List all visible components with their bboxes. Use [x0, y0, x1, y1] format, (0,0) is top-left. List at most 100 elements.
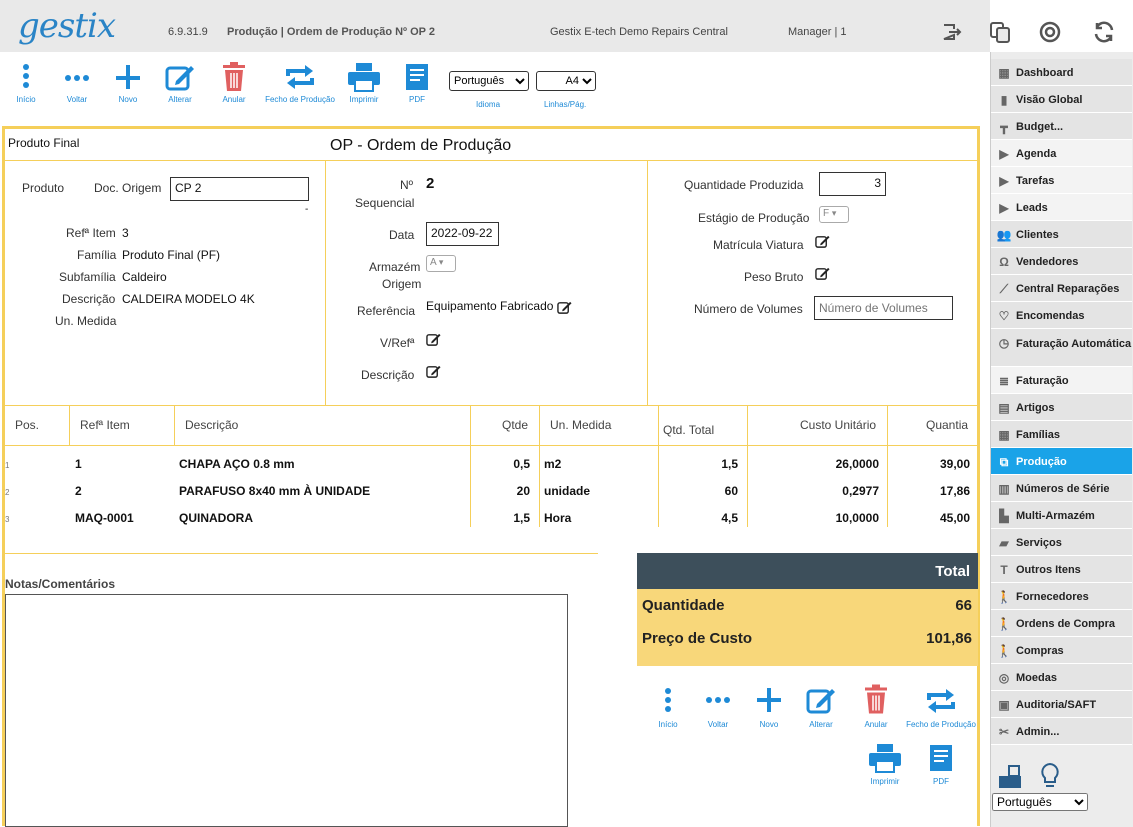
armazem-label: Armazém	[369, 260, 421, 274]
sidebar-item-12[interactable]: ▤ Artigos	[991, 394, 1132, 421]
anular-bottom-button[interactable]: Anular	[861, 683, 891, 729]
notes-textarea[interactable]	[5, 594, 568, 827]
pdf-bottom-button[interactable]: PDF	[926, 743, 956, 786]
divider	[174, 405, 175, 445]
armazem-select[interactable]: A ▾	[426, 255, 456, 272]
sidebar-item-label: Números de Série	[1016, 483, 1110, 495]
triangle-icon: ▶	[999, 201, 1009, 215]
tools-icon: ✂	[998, 725, 1010, 739]
briefcase-icon: ▰	[999, 536, 1009, 550]
nseq-label-2: Sequencial	[355, 196, 415, 210]
referencia-value: Equipamento Fabricado	[426, 299, 554, 313]
sidebar-item-16[interactable]: ▙ Multi-Armazém	[991, 502, 1132, 529]
idioma-select[interactable]: Português	[449, 71, 529, 91]
sidebar-item-label: Ordens de Compra	[1016, 618, 1116, 630]
alterar-button[interactable]: Alterar	[162, 62, 198, 104]
qtd-produzida-input[interactable]: 3	[819, 172, 886, 196]
gestix-logo[interactable]: gestix	[18, 6, 116, 46]
anular-button[interactable]: Anular	[219, 62, 249, 104]
inicio-bottom-button[interactable]: Início	[654, 686, 682, 729]
sidebar-item-20[interactable]: 🚶 Ordens de Compra	[991, 610, 1132, 637]
voltar-bottom-button[interactable]: Voltar	[703, 686, 733, 729]
fecho-producao-bottom-button[interactable]: Fecho de Produção	[903, 686, 979, 729]
divider	[887, 405, 888, 527]
preco-custo-value: 101,86	[926, 630, 972, 647]
voltar-button[interactable]: Voltar	[62, 62, 92, 104]
volumes-label: Número de Volumes	[694, 302, 803, 316]
sidebar-item-21[interactable]: 🚶 Compras	[991, 637, 1132, 664]
alterar-bottom-button[interactable]: Alterar	[803, 686, 839, 729]
imprimir-bottom-button[interactable]: Imprimir	[866, 743, 904, 786]
loop-arrows-icon	[286, 65, 314, 89]
sidebar-item-23[interactable]: ▣ Auditoria/SAFT	[991, 691, 1132, 718]
lightbulb-icon[interactable]	[1039, 762, 1061, 790]
hierarchy-icon: ┳	[1000, 120, 1008, 134]
notes-label: Notas/Comentários	[5, 577, 116, 591]
refresh-icon[interactable]	[1092, 20, 1116, 44]
help-lifebuoy-icon[interactable]	[1038, 20, 1062, 44]
linhas-pag-select[interactable]: A4	[536, 71, 596, 91]
sidebar-item-9[interactable]: ♡ Encomendas	[991, 302, 1132, 329]
divider	[325, 160, 326, 405]
fecho-producao-button[interactable]: Fecho de Produção	[262, 62, 338, 104]
divider	[5, 445, 978, 446]
sidebar-item-10[interactable]: ◷ Faturação Automática	[991, 329, 1132, 367]
row-pos: 2	[5, 488, 10, 497]
storefront-icon[interactable]	[997, 762, 1023, 790]
sidebar-item-label: Agenda	[1016, 148, 1057, 160]
company-name: Gestix E-tech Demo Repairs Central	[550, 26, 728, 38]
bars-icon: ▮	[1000, 93, 1008, 107]
users-icon: 👥	[996, 228, 1012, 242]
sidebar-item-17[interactable]: ▰ Serviços	[991, 529, 1132, 556]
sidebar-item-15[interactable]: ▥ Números de Série	[991, 475, 1132, 502]
sidebar-item-label: Tarefas	[1016, 175, 1055, 187]
doc-origem-input[interactable]: CP 2	[170, 177, 309, 201]
sidebar-item-label: Famílias	[1016, 429, 1061, 441]
novo-button[interactable]: Novo	[114, 62, 142, 104]
sidebar-language-select[interactable]: Português	[992, 793, 1088, 811]
imprimir-button[interactable]: Imprimir	[345, 62, 383, 104]
copy-window-icon[interactable]	[988, 20, 1012, 44]
sidebar-item-4[interactable]: ▶ Tarefas	[991, 167, 1132, 194]
volumes-input[interactable]	[814, 296, 953, 320]
sidebar-item-2[interactable]: ┳ Budget...	[991, 113, 1132, 140]
data-input[interactable]: 2022-09-22	[426, 222, 499, 246]
sidebar-item-18[interactable]: T Outros Itens	[991, 556, 1132, 583]
inicio-button[interactable]: Início	[12, 62, 40, 104]
horizontal-dots-icon	[65, 75, 89, 81]
novo-bottom-button[interactable]: Novo	[755, 686, 783, 729]
sidebar-item-7[interactable]: Ω Vendedores	[991, 248, 1132, 275]
sidebar-item-8[interactable]: ⟋ Central Reparações	[991, 275, 1132, 302]
logout-icon[interactable]	[940, 20, 964, 44]
sidebar-item-0[interactable]: ▦ Dashboard	[991, 59, 1132, 86]
sidebar-item-13[interactable]: ▦ Famílias	[991, 421, 1132, 448]
loop-arrows-icon	[927, 689, 955, 713]
sidebar-item-1[interactable]: ▮ Visão Global	[991, 86, 1132, 113]
estagio-select[interactable]: F ▾	[819, 206, 849, 223]
sidebar-item-11[interactable]: ≣ Faturação	[991, 367, 1132, 394]
sidebar-item-14[interactable]: ⧉ Produção	[991, 448, 1132, 475]
sidebar-item-24[interactable]: ✂ Admin...	[991, 718, 1132, 745]
divider	[539, 405, 540, 527]
edit-vref-icon[interactable]	[426, 332, 441, 347]
divider	[470, 405, 471, 527]
totals-header: Total	[637, 553, 978, 589]
edit-peso-icon[interactable]	[815, 266, 830, 281]
subfamilia-value: Caldeiro	[122, 270, 167, 284]
divider	[5, 160, 978, 161]
sidebar-item-6[interactable]: 👥 Clientes	[991, 221, 1132, 248]
row-quantia: 45,00	[939, 511, 970, 525]
row-qtde: 1,5	[513, 511, 530, 525]
sidebar-item-5[interactable]: ▶ Leads	[991, 194, 1132, 221]
sidebar-item-22[interactable]: ◎ Moedas	[991, 664, 1132, 691]
edit-referencia-icon[interactable]	[557, 300, 572, 315]
edit-matricula-icon[interactable]	[815, 234, 830, 249]
edit-descricao-icon[interactable]	[426, 364, 441, 379]
trash-icon	[865, 684, 887, 714]
pdf-button[interactable]: PDF	[402, 62, 432, 104]
row-descricao: QUINADORA	[179, 511, 253, 525]
walker-icon: 🚶	[996, 644, 1012, 658]
data-label: Data	[389, 228, 415, 242]
sidebar-item-3[interactable]: ▶ Agenda	[991, 140, 1132, 167]
sidebar-item-19[interactable]: 🚶 Fornecedores	[991, 583, 1132, 610]
